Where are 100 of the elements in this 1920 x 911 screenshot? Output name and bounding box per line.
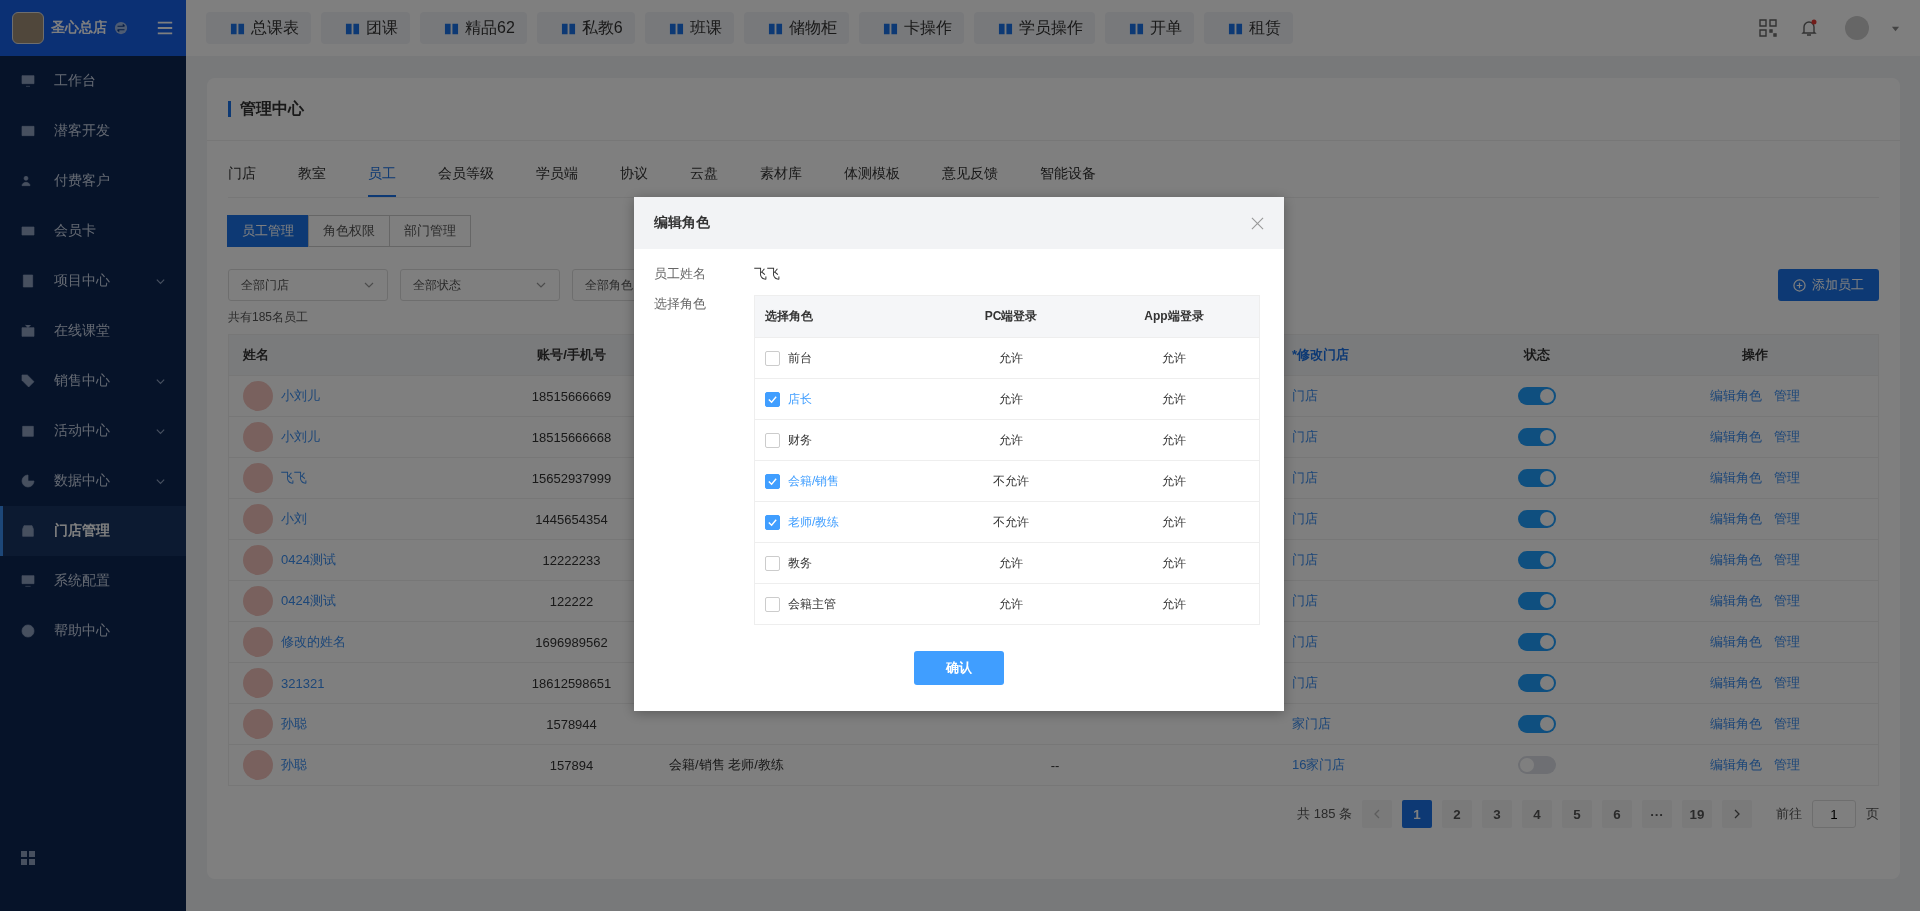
tab[interactable]: 协议	[620, 141, 648, 197]
store-count-link[interactable]: 16家门店	[1292, 756, 1346, 774]
action-link[interactable]: 管理	[1774, 715, 1800, 733]
quick-button[interactable]: 学员操作	[973, 12, 1095, 44]
action-link[interactable]: 管理	[1774, 674, 1800, 692]
store-count-link[interactable]: 门店	[1292, 428, 1318, 446]
status-switch[interactable]	[1518, 551, 1556, 569]
grid-icon[interactable]	[20, 850, 36, 866]
store-count-link[interactable]: 门店	[1292, 469, 1318, 487]
store-count-link[interactable]: 门店	[1292, 510, 1318, 528]
status-switch[interactable]	[1518, 469, 1556, 487]
quick-button[interactable]: 精品62	[420, 12, 527, 44]
status-switch[interactable]	[1518, 715, 1556, 733]
quick-button[interactable]: 团课	[321, 12, 410, 44]
tab[interactable]: 云盘	[690, 141, 718, 197]
action-link[interactable]: 编辑角色	[1710, 551, 1762, 569]
action-link[interactable]: 管理	[1774, 551, 1800, 569]
tab[interactable]: 体测模板	[844, 141, 900, 197]
action-link[interactable]: 管理	[1774, 428, 1800, 446]
action-link[interactable]: 管理	[1774, 633, 1800, 651]
action-link[interactable]: 管理	[1774, 510, 1800, 528]
tab[interactable]: 教室	[298, 141, 326, 197]
action-link[interactable]: 管理	[1774, 756, 1800, 774]
role-checkbox[interactable]	[765, 596, 780, 612]
tab[interactable]: 意见反馈	[942, 141, 998, 197]
sidebar-item[interactable]: 付费客户	[0, 156, 186, 206]
tab[interactable]: 素材库	[760, 141, 802, 197]
previous-page-button[interactable]	[1362, 800, 1392, 828]
next-page-button[interactable]	[1722, 800, 1752, 828]
add-employee-button[interactable]: 添加员工	[1778, 269, 1879, 301]
quick-button[interactable]: 开单	[1104, 12, 1194, 44]
action-link[interactable]: 编辑角色	[1710, 592, 1762, 610]
role-checkbox[interactable]	[765, 432, 780, 448]
action-link[interactable]: 编辑角色	[1710, 428, 1762, 446]
quick-button[interactable]: 私教6	[536, 12, 635, 44]
tab[interactable]: 门店	[228, 141, 256, 197]
bell-icon[interactable]	[1799, 18, 1819, 38]
employee-name-link[interactable]: 孙聪	[281, 715, 307, 733]
page-button[interactable]: 1	[1402, 800, 1432, 828]
tab[interactable]: 员工	[368, 141, 396, 197]
action-link[interactable]: 管理	[1774, 469, 1800, 487]
status-switch[interactable]	[1518, 387, 1556, 405]
tab[interactable]: 智能设备	[1040, 141, 1096, 197]
sidebar-item[interactable]: 在线课堂	[0, 306, 186, 356]
employee-name-link[interactable]: 小刘儿	[281, 428, 320, 446]
employee-name-link[interactable]: 小刘	[281, 510, 307, 528]
employee-name-link[interactable]: 孙聪	[281, 756, 307, 774]
action-link[interactable]: 编辑角色	[1710, 715, 1762, 733]
page-button[interactable]: 4	[1522, 800, 1552, 828]
action-link[interactable]: 编辑角色	[1710, 633, 1762, 651]
action-link[interactable]: 编辑角色	[1710, 756, 1762, 774]
page-button[interactable]: 3	[1482, 800, 1512, 828]
sidebar-item[interactable]: 活动中心	[0, 406, 186, 456]
store-count-link[interactable]: 门店	[1292, 633, 1318, 651]
segment-tab[interactable]: 角色权限	[308, 215, 390, 247]
quick-button[interactable]: 班课	[644, 12, 734, 44]
role-checkbox[interactable]	[765, 514, 780, 530]
employee-name-link[interactable]: 修改的姓名	[281, 633, 346, 651]
action-link[interactable]: 管理	[1774, 387, 1800, 405]
sidebar-item[interactable]: 项目中心	[0, 256, 186, 306]
qr-code-icon[interactable]	[1759, 19, 1777, 37]
role-checkbox[interactable]	[765, 473, 780, 489]
close-icon[interactable]	[1251, 216, 1264, 230]
page-button[interactable]: 6	[1602, 800, 1632, 828]
page-button[interactable]: 5	[1562, 800, 1592, 828]
store-count-link[interactable]: 门店	[1292, 592, 1318, 610]
store-name[interactable]: 圣心总店	[51, 19, 107, 37]
action-link[interactable]: 编辑角色	[1710, 387, 1762, 405]
sidebar-item[interactable]: 会员卡	[0, 206, 186, 256]
role-checkbox[interactable]	[765, 350, 780, 366]
employee-name-link[interactable]: 小刘儿	[281, 387, 320, 405]
role-checkbox[interactable]	[765, 555, 780, 571]
status-switch[interactable]	[1518, 633, 1556, 651]
action-link[interactable]: 编辑角色	[1710, 674, 1762, 692]
action-link[interactable]: 编辑角色	[1710, 469, 1762, 487]
user-avatar[interactable]	[1845, 16, 1869, 40]
quick-button[interactable]: 总课表	[206, 12, 311, 44]
action-link[interactable]: 编辑角色	[1710, 510, 1762, 528]
status-switch[interactable]	[1518, 510, 1556, 528]
store-count-link[interactable]: 家门店	[1292, 715, 1331, 733]
sidebar-item[interactable]: 销售中心	[0, 356, 186, 406]
store-count-link[interactable]: 门店	[1292, 551, 1318, 569]
swap-icon[interactable]	[114, 21, 128, 35]
page-button[interactable]: 19	[1682, 800, 1712, 828]
store-count-link[interactable]: 门店	[1292, 674, 1318, 692]
sidebar-item[interactable]: 数据中心	[0, 456, 186, 506]
menu-icon[interactable]	[156, 19, 174, 37]
confirm-button[interactable]: 确认	[914, 651, 1004, 685]
filter-select[interactable]: 全部状态	[400, 269, 560, 301]
segment-tab[interactable]: 员工管理	[227, 215, 309, 247]
tab[interactable]: 会员等级	[438, 141, 494, 197]
sidebar-item[interactable]: 门店管理	[0, 506, 186, 556]
status-switch[interactable]	[1518, 674, 1556, 692]
employee-name-link[interactable]: 321321	[281, 675, 325, 691]
employee-name-link[interactable]: 0424测试	[281, 592, 336, 610]
quick-button[interactable]: 卡操作	[858, 12, 964, 44]
sidebar-item[interactable]: 工作台	[0, 56, 186, 106]
quick-button[interactable]: 租赁	[1203, 12, 1293, 44]
status-switch[interactable]	[1518, 592, 1556, 610]
quick-button[interactable]: 储物柜	[743, 12, 849, 44]
